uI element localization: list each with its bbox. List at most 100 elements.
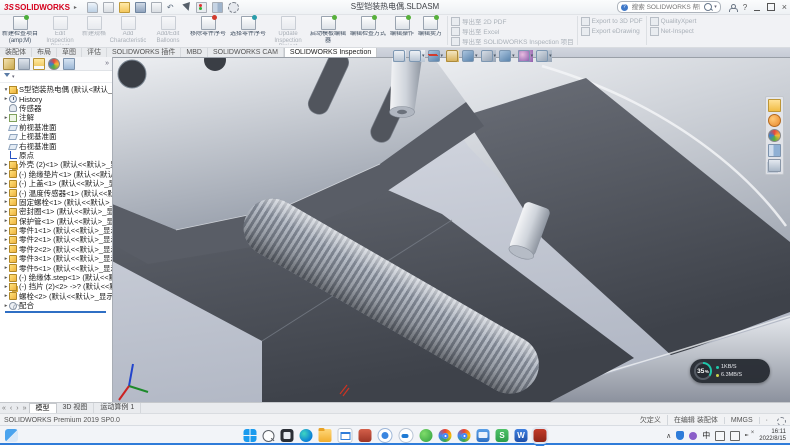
view-settings-icon[interactable]: ▾ xyxy=(536,50,552,62)
new-inspection-project-button[interactable]: 新建检查项目 (amp;M) xyxy=(0,14,40,47)
help-search-box[interactable]: ? ▾ xyxy=(617,1,721,13)
tree-item[interactable]: ▸ History xyxy=(3,94,112,103)
edit-inspection-project-button[interactable]: Edit Inspection Project xyxy=(40,14,80,47)
network-speed-overlay[interactable]: 35% 1KB/S 6.3MB/S xyxy=(690,359,770,383)
view-tool-caret[interactable]: ▾ xyxy=(549,53,552,59)
tray-shield-icon[interactable] xyxy=(676,431,684,440)
export-item[interactable]: Export eDrawing xyxy=(581,27,643,35)
featuremanager-tree-tab[interactable] xyxy=(3,58,15,70)
model-view-tab[interactable]: 3D 视图 xyxy=(57,403,95,413)
tree-item[interactable]: ▸ 螺栓<2> (默认<<默认>_显示状态- xyxy=(3,292,112,301)
tree-item[interactable]: 传感器 xyxy=(3,104,112,113)
filter-funnel-icon[interactable] xyxy=(4,73,10,80)
command-tab[interactable]: 草图 xyxy=(57,48,82,57)
undo-icon[interactable] xyxy=(167,3,177,12)
view-tool-icon[interactable] xyxy=(393,50,405,62)
filter-caret-icon[interactable]: ▾ xyxy=(12,74,15,80)
view-tool-caret[interactable]: ▾ xyxy=(531,53,534,59)
ime-indicator[interactable]: 中 xyxy=(702,431,710,441)
tree-item[interactable]: ▸ 密封圈<1> (默认<<默认>_显示状态 xyxy=(3,207,112,216)
tree-item[interactable]: ▸ 配合 xyxy=(3,301,112,310)
chrome-icon[interactable] xyxy=(439,429,452,442)
app-icon-green[interactable] xyxy=(420,429,433,442)
export-item[interactable]: 导出至 SOLIDWORKS Inspection 项目 xyxy=(451,37,574,45)
solidworks-taskbar-icon[interactable] xyxy=(534,429,547,442)
widgets-icon[interactable] xyxy=(5,429,18,442)
command-tab[interactable]: 布局 xyxy=(32,48,57,57)
hide-show-items-icon[interactable]: ▾ xyxy=(499,50,515,62)
edit-inspection-methods-button[interactable]: 编辑检查方式 xyxy=(348,14,388,47)
home-icon[interactable] xyxy=(87,2,98,13)
tree-item[interactable]: 前视基准面 xyxy=(3,123,112,132)
tab-scroll-button[interactable]: « xyxy=(0,405,8,412)
new-document-icon[interactable] xyxy=(103,2,114,13)
command-tab[interactable]: SOLIDWORKS 插件 xyxy=(107,48,181,57)
view-orientation-icon[interactable]: ▾ xyxy=(462,50,478,62)
tray-app-icon[interactable] xyxy=(689,432,697,440)
tray-monitor-icon[interactable] xyxy=(730,431,740,441)
model-view-tab[interactable]: 运动算例 1 xyxy=(94,403,141,413)
tree-item[interactable]: ▸ (-) 绝缘垫片<1> (默认<<默认>_显示 xyxy=(3,170,112,179)
view-tool-icon[interactable] xyxy=(428,50,440,62)
view-tool-icon[interactable] xyxy=(536,50,548,62)
tree-item[interactable]: 原点 xyxy=(3,151,112,160)
export-item[interactable]: QualityXpert xyxy=(650,17,697,25)
displaymanager-tab[interactable] xyxy=(63,58,75,70)
volume-muted-icon[interactable] xyxy=(745,432,754,440)
update-inspection-project-button[interactable]: Update Inspection Project xyxy=(268,14,308,47)
edit-operations-button[interactable]: 编辑操作 xyxy=(388,14,416,47)
view-tool-caret[interactable]: ▾ xyxy=(475,53,478,59)
taskbar-clock[interactable]: 16:11 2022/8/15 xyxy=(759,429,786,443)
edit-vendors-button[interactable]: 编辑卖方 xyxy=(416,14,444,47)
view-tool-caret[interactable]: ▾ xyxy=(512,53,515,59)
command-tab[interactable]: 装配体 xyxy=(0,48,32,57)
start-button[interactable] xyxy=(244,429,257,442)
wps-icon[interactable]: S xyxy=(496,429,509,442)
view-tool-icon[interactable] xyxy=(481,50,493,62)
export-item[interactable]: Export to 3D PDF xyxy=(581,17,643,25)
print-icon[interactable] xyxy=(151,2,162,13)
export-item[interactable]: 导出至 Excel xyxy=(451,27,574,35)
search-icon[interactable] xyxy=(704,3,712,11)
tree-item[interactable]: ▸ 零件2<2> (默认<<默认>_显示状态- xyxy=(3,245,112,254)
tree-item[interactable]: ▸ 保护管<1> (默认<<默认>_显示状态 xyxy=(3,216,112,225)
task-view-icon[interactable] xyxy=(281,429,294,442)
edge-icon[interactable] xyxy=(300,429,313,442)
dynamic-annotation-icon[interactable] xyxy=(446,50,459,62)
onedrive-icon[interactable] xyxy=(399,428,414,443)
options-gear-icon[interactable] xyxy=(228,2,239,13)
command-tab[interactable]: 评估 xyxy=(82,48,107,57)
menu-flyout-arrow[interactable]: ▸ xyxy=(74,4,77,11)
restore-button[interactable] xyxy=(767,3,775,11)
tab-scroll-button[interactable]: » xyxy=(21,405,29,412)
tree-item[interactable]: ▸ 固定螺栓<1> (默认<<默认>_显示状 xyxy=(3,198,112,207)
tree-item[interactable]: ▸ 零件2<1> (默认<<默认>_显示状态- xyxy=(3,235,112,244)
dimxpertmanager-tab[interactable] xyxy=(48,58,60,70)
solidworks-resources-icon[interactable] xyxy=(768,114,781,127)
app-icon-red[interactable] xyxy=(359,429,372,442)
zoom-area-icon[interactable]: ▾ xyxy=(409,50,425,62)
performance-light-icon[interactable] xyxy=(196,2,207,13)
tree-root-item[interactable]: ▾ S型铠装热电偶 (默认<默认_显示状态-1> xyxy=(3,85,112,94)
edit-appearance-icon[interactable]: ▾ xyxy=(518,50,534,62)
file-explorer-icon[interactable] xyxy=(319,429,332,442)
select-balloons-button[interactable]: 选择零件序号 xyxy=(228,14,268,47)
command-tab[interactable]: SOLIDWORKS Inspection xyxy=(284,47,377,57)
display-style-icon[interactable]: ▾ xyxy=(481,50,497,62)
view-tool-caret[interactable]: ▾ xyxy=(494,53,497,59)
tree-item[interactable]: ▸ (-) 绝缘体.step<1> (默认<<默认>_ xyxy=(3,273,112,282)
view-tool-icon[interactable] xyxy=(518,50,530,62)
tree-item[interactable]: ▸ 零件3<1> (默认<<默认>_显示状态- xyxy=(3,254,112,263)
tray-chevron-icon[interactable]: ∧ xyxy=(666,432,671,440)
taskbar-search-icon[interactable] xyxy=(263,430,275,442)
app-icon-circle[interactable] xyxy=(378,428,393,443)
remove-balloons-button[interactable]: 移除零件序号 xyxy=(188,14,228,47)
tree-item[interactable]: ▸ 注解 xyxy=(3,113,112,122)
tree-item[interactable]: ▸ (-) 温度传感器<1> (默认<<默认>_显 xyxy=(3,188,112,197)
rollback-bar[interactable] xyxy=(5,311,106,313)
close-button[interactable]: × xyxy=(782,3,787,12)
launch-template-editor-button[interactable]: 启动模板编辑器 xyxy=(308,14,348,47)
view-tool-icon[interactable] xyxy=(409,50,421,62)
new-spec-button[interactable]: 新建规格 xyxy=(80,14,108,47)
open-icon[interactable] xyxy=(119,2,130,13)
